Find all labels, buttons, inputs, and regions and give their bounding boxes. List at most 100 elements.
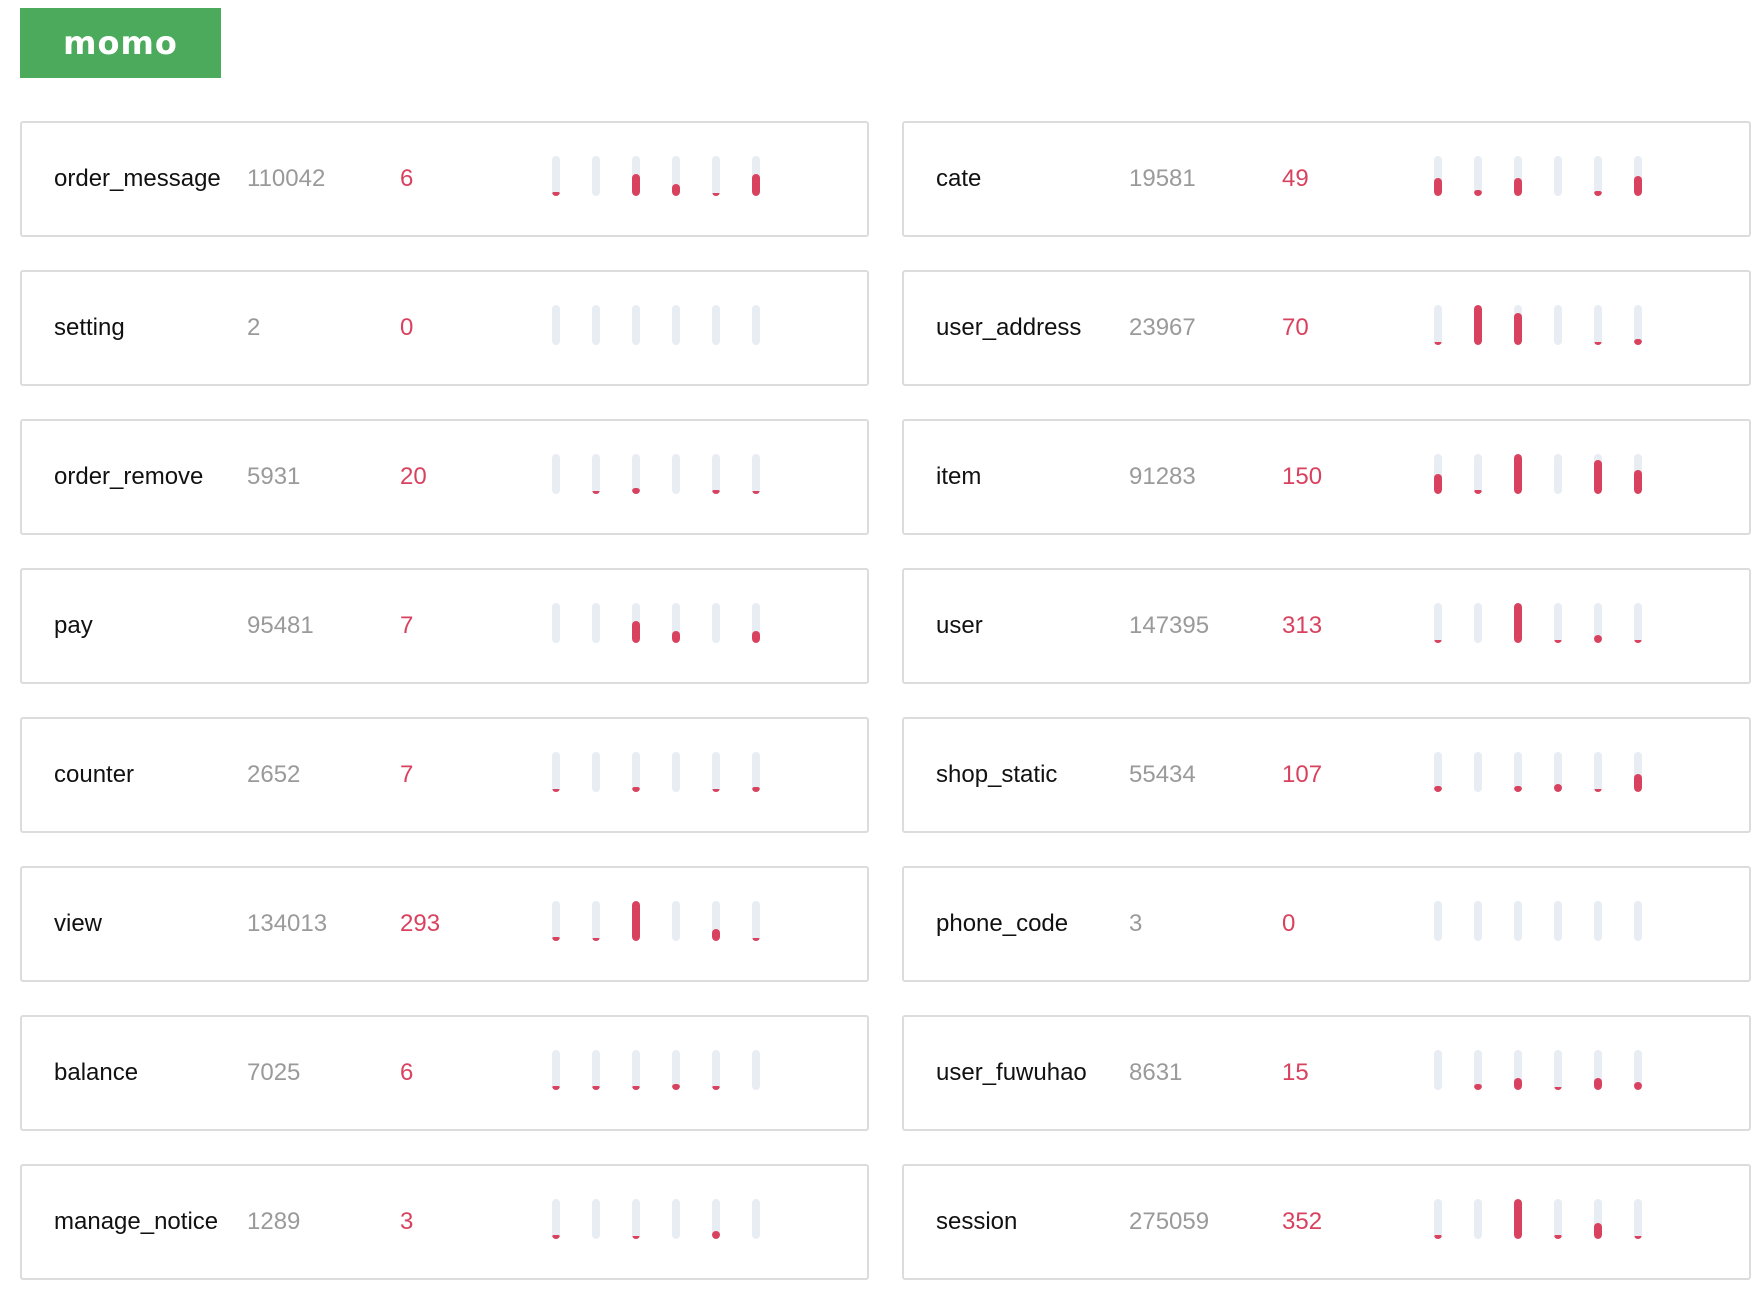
total-count: 95481 xyxy=(247,612,314,639)
sparkline-bar-fill xyxy=(672,1084,680,1090)
recent-count: 0 xyxy=(400,314,414,341)
table-card[interactable]: pay 95481 7 xyxy=(20,568,869,684)
table-name: cate xyxy=(936,165,982,192)
table-name: shop_static xyxy=(936,761,1058,788)
sparkline-bar-fill xyxy=(1594,789,1602,792)
sparkline-bar-fill xyxy=(1434,640,1442,643)
sparkline-bar xyxy=(1474,901,1482,941)
sparkline-bar xyxy=(1634,156,1642,196)
total-count: 19581 xyxy=(1129,165,1196,192)
sparkline-bar-fill xyxy=(632,621,640,643)
sparkline-bar-fill xyxy=(592,491,600,494)
table-name: view xyxy=(54,910,103,937)
total-count: 1289 xyxy=(247,1208,301,1235)
total-count: 3 xyxy=(1129,910,1143,937)
sparkline-bar-fill xyxy=(1634,1236,1642,1239)
total-count: 91283 xyxy=(1129,463,1196,490)
table-card[interactable]: user_fuwuhao 8631 15 xyxy=(902,1015,1751,1131)
recent-count: 20 xyxy=(400,463,427,490)
sparkline-bar xyxy=(1634,752,1642,792)
table-card[interactable]: session 275059 352 xyxy=(902,1164,1751,1280)
sparkline-bar xyxy=(672,603,680,643)
sparkline-bar xyxy=(752,752,760,792)
table-card[interactable]: setting 2 0 xyxy=(20,270,869,386)
table-card[interactable]: balance 7025 6 xyxy=(20,1015,869,1131)
table-card[interactable]: item 91283 150 xyxy=(902,419,1751,535)
sparkline-bar xyxy=(632,603,640,643)
sparkline-bar xyxy=(1554,901,1562,941)
table-card[interactable]: user_address 23967 70 xyxy=(902,270,1751,386)
recent-count: 7 xyxy=(400,761,414,788)
table-card[interactable]: cate 19581 49 xyxy=(902,121,1751,237)
sparkline-bar-fill xyxy=(1514,1078,1522,1090)
sparkline-bar xyxy=(1474,752,1482,792)
sparkline-bar xyxy=(1554,454,1562,494)
momo-logo[interactable]: momo xyxy=(20,8,221,78)
sparkline-bar-fill xyxy=(552,1086,560,1090)
sparkline-bar-fill xyxy=(1594,342,1602,345)
total-count: 55434 xyxy=(1129,761,1196,788)
sparkline-bar xyxy=(1514,901,1522,941)
sparkline-bar xyxy=(552,752,560,792)
sparkline-bar-fill xyxy=(632,787,640,792)
total-count: 7025 xyxy=(247,1059,301,1086)
sparkline-bar xyxy=(592,454,600,494)
sparkline-bar xyxy=(592,752,600,792)
table-card[interactable]: phone_code 3 0 xyxy=(902,866,1751,982)
table-card[interactable]: order_message 110042 6 xyxy=(20,121,869,237)
table-card[interactable]: manage_notice 1289 3 xyxy=(20,1164,869,1280)
sparkline-bar xyxy=(1634,603,1642,643)
sparkline-bar-fill xyxy=(1514,786,1522,792)
sparkline-bar-fill xyxy=(1554,640,1562,643)
sparkline-bar xyxy=(1554,1199,1562,1239)
sparkline-bar xyxy=(752,1199,760,1239)
total-count: 5931 xyxy=(247,463,301,490)
sparkline-bar xyxy=(1554,1050,1562,1090)
table-name: order_remove xyxy=(54,463,204,490)
table-card[interactable]: view 134013 293 xyxy=(20,866,869,982)
sparkline-bar-fill xyxy=(1434,1235,1442,1239)
sparkline-bar-fill xyxy=(1634,176,1642,196)
sparkline-bar xyxy=(1594,901,1602,941)
table-card[interactable]: shop_static 55434 107 xyxy=(902,717,1751,833)
sparkline-bar xyxy=(552,1050,560,1090)
sparkline-bar-fill xyxy=(1594,191,1602,196)
sparkline-bar xyxy=(1514,1050,1522,1090)
logo-text: momo xyxy=(63,24,178,62)
sparkline-bar-fill xyxy=(1594,635,1602,643)
sparkline-bar-fill xyxy=(632,488,640,494)
sparkline-bar-fill xyxy=(632,901,640,941)
total-count: 134013 xyxy=(247,910,328,937)
sparkline-bar xyxy=(552,305,560,345)
sparkline-bar-fill xyxy=(1594,1078,1602,1090)
sparkline-bar xyxy=(1474,603,1482,643)
sparkline-bar-fill xyxy=(592,938,600,941)
sparkline-bar xyxy=(1474,156,1482,196)
sparkline-bar-fill xyxy=(752,938,760,941)
sparkline-bar-fill xyxy=(1634,640,1642,643)
sparkline-bar-fill xyxy=(1514,454,1522,494)
sparkline-bar-fill xyxy=(1554,1087,1562,1090)
total-count: 8631 xyxy=(1129,1059,1183,1086)
table-name: counter xyxy=(54,761,135,788)
table-card[interactable]: user 147395 313 xyxy=(902,568,1751,684)
sparkline-bar-fill xyxy=(752,491,760,494)
sparkline-bar xyxy=(1634,1050,1642,1090)
sparkline-bar xyxy=(672,1050,680,1090)
table-card[interactable]: order_remove 5931 20 xyxy=(20,419,869,535)
sparkline-bar-fill xyxy=(552,1235,560,1239)
sparkline-bar xyxy=(1434,1050,1442,1090)
table-card[interactable]: counter 2652 7 xyxy=(20,717,869,833)
sparkline-bar xyxy=(712,305,720,345)
recent-count: 293 xyxy=(400,910,441,937)
sparkline-bar xyxy=(712,156,720,196)
table-name: phone_code xyxy=(936,910,1069,937)
table-name: user_address xyxy=(936,314,1082,341)
sparkline-bar xyxy=(1434,1199,1442,1239)
sparkline-bar xyxy=(552,603,560,643)
sparkline-bar xyxy=(632,454,640,494)
sparkline-bar-fill xyxy=(632,1236,640,1239)
sparkline-bar xyxy=(672,752,680,792)
recent-count: 15 xyxy=(1282,1059,1309,1086)
sparkline-bar-fill xyxy=(632,174,640,196)
